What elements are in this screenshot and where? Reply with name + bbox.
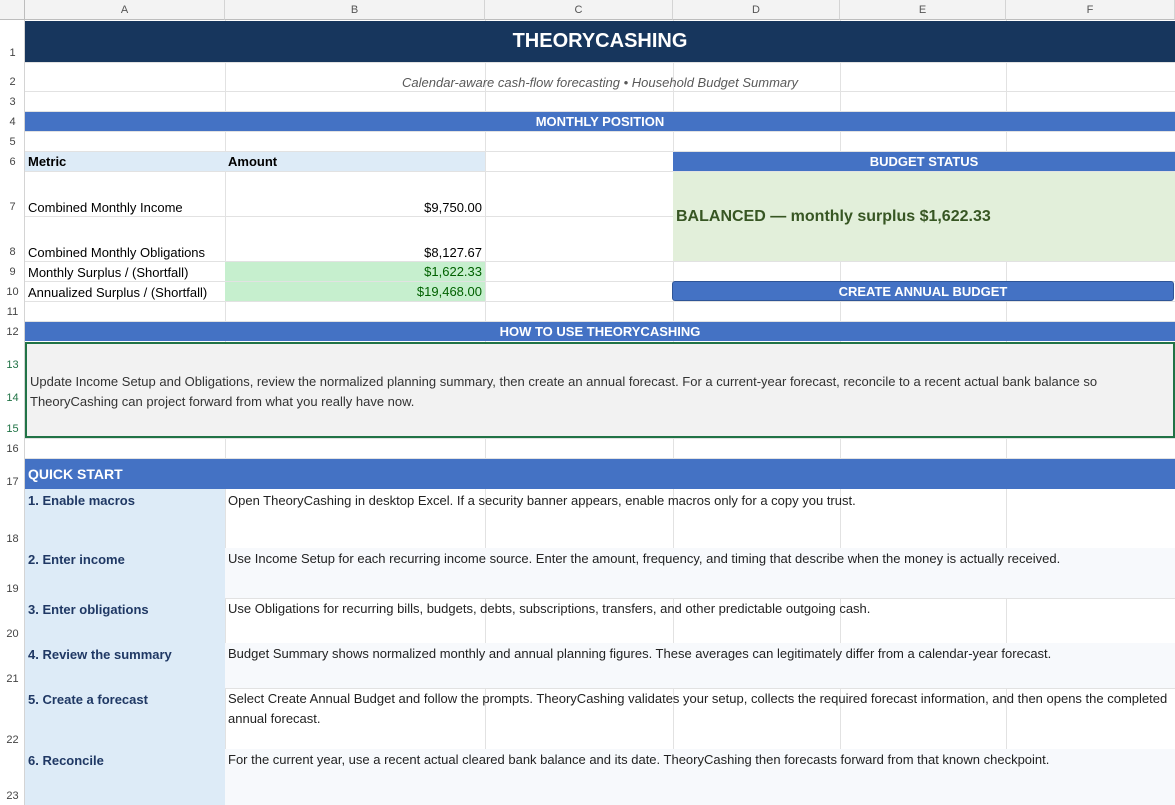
quick-start-desc-5[interactable]: Select Create Annual Budget and follow t… [225,684,1175,749]
row-header[interactable]: 9 [0,266,25,278]
quick-start-step-3[interactable]: 3. Enter obligations [25,598,225,643]
row-header[interactable]: 6 [0,156,25,168]
row-header[interactable]: 22 [0,734,25,746]
metric-value-annualized-surplus[interactable]: $19,468.00 [225,282,485,301]
section-header-how-to: HOW TO USE THEORYCASHING [25,322,1175,341]
row-header[interactable]: 3 [0,96,25,108]
row-header[interactable]: 8 [0,246,25,258]
page-title: THEORYCASHING [25,21,1175,62]
row-header[interactable]: 10 [0,286,25,298]
quick-start-step-6[interactable]: 6. Reconcile [25,749,225,805]
metric-column-header[interactable]: Metric [25,152,225,171]
section-header-monthly-position: MONTHLY POSITION [25,112,1175,131]
create-annual-budget-button[interactable]: CREATE ANNUAL BUDGET [672,281,1174,301]
row-header[interactable]: 11 [0,306,25,318]
gridline [25,131,1175,132]
row-header[interactable]: 15 [0,423,25,435]
quick-start-desc-1[interactable]: Open TheoryCashing in desktop Excel. If … [225,486,1175,548]
quick-start-step-1[interactable]: 1. Enable macros [25,489,225,548]
metric-label-income[interactable]: Combined Monthly Income [25,197,225,217]
row-header[interactable]: 2 [0,76,25,88]
budget-status-text[interactable]: BALANCED — monthly surplus $1,622.33 [673,172,1175,261]
row-header[interactable]: 21 [0,673,25,685]
row-header[interactable]: 18 [0,533,25,545]
metric-value-obligations[interactable]: $8,127.67 [225,242,485,262]
row-header[interactable]: 23 [0,790,25,802]
quick-start-step-4[interactable]: 4. Review the summary [25,643,225,688]
row-header[interactable]: 4 [0,116,25,128]
row-header[interactable]: 1 [0,47,25,59]
metric-label-annualized-surplus[interactable]: Annualized Surplus / (Shortfall) [25,282,225,302]
quick-start-step-5[interactable]: 5. Create a forecast [25,688,225,749]
row-header[interactable]: 17 [0,476,25,488]
page-subtitle: Calendar-aware cash-flow forecasting • H… [402,74,798,90]
quick-start-desc-6[interactable]: For the current year, use a recent actua… [225,745,1175,805]
amount-column-header[interactable]: Amount [225,152,485,171]
row-header[interactable]: 5 [0,136,25,148]
budget-status-header: BUDGET STATUS [673,152,1175,171]
row-header[interactable]: 16 [0,443,25,455]
column-header-b[interactable]: B [225,0,485,20]
column-header-a[interactable]: A [25,0,225,20]
gridline [25,438,1175,439]
column-header-f[interactable]: F [1006,0,1175,20]
metric-value-monthly-surplus[interactable]: $1,622.33 [225,262,485,281]
column-header-d[interactable]: D [673,0,840,20]
select-all-corner[interactable] [0,0,25,20]
quick-start-desc-3[interactable]: Use Obligations for recurring bills, bud… [225,594,1175,643]
metric-value-income[interactable]: $9,750.00 [225,197,485,217]
quick-start-step-2[interactable]: 2. Enter income [25,548,225,598]
row-header[interactable]: 12 [0,326,25,338]
row-header[interactable]: 14 [0,392,25,404]
metric-label-obligations[interactable]: Combined Monthly Obligations [25,242,225,262]
row-header[interactable]: 19 [0,583,25,595]
gridline [25,62,1175,63]
quick-start-desc-2[interactable]: Use Income Setup for each recurring inco… [225,544,1175,598]
metric-label-monthly-surplus[interactable]: Monthly Surplus / (Shortfall) [25,262,225,282]
row-header[interactable]: 13 [0,359,25,371]
section-header-quick-start: QUICK START [25,459,1175,489]
quick-start-desc-4[interactable]: Budget Summary shows normalized monthly … [225,639,1175,688]
how-to-text[interactable]: Update Income Setup and Obligations, rev… [25,342,1175,438]
column-header-c[interactable]: C [485,0,673,20]
column-header-e[interactable]: E [840,0,1006,20]
row-header[interactable]: 7 [0,201,25,213]
row-header[interactable]: 20 [0,628,25,640]
